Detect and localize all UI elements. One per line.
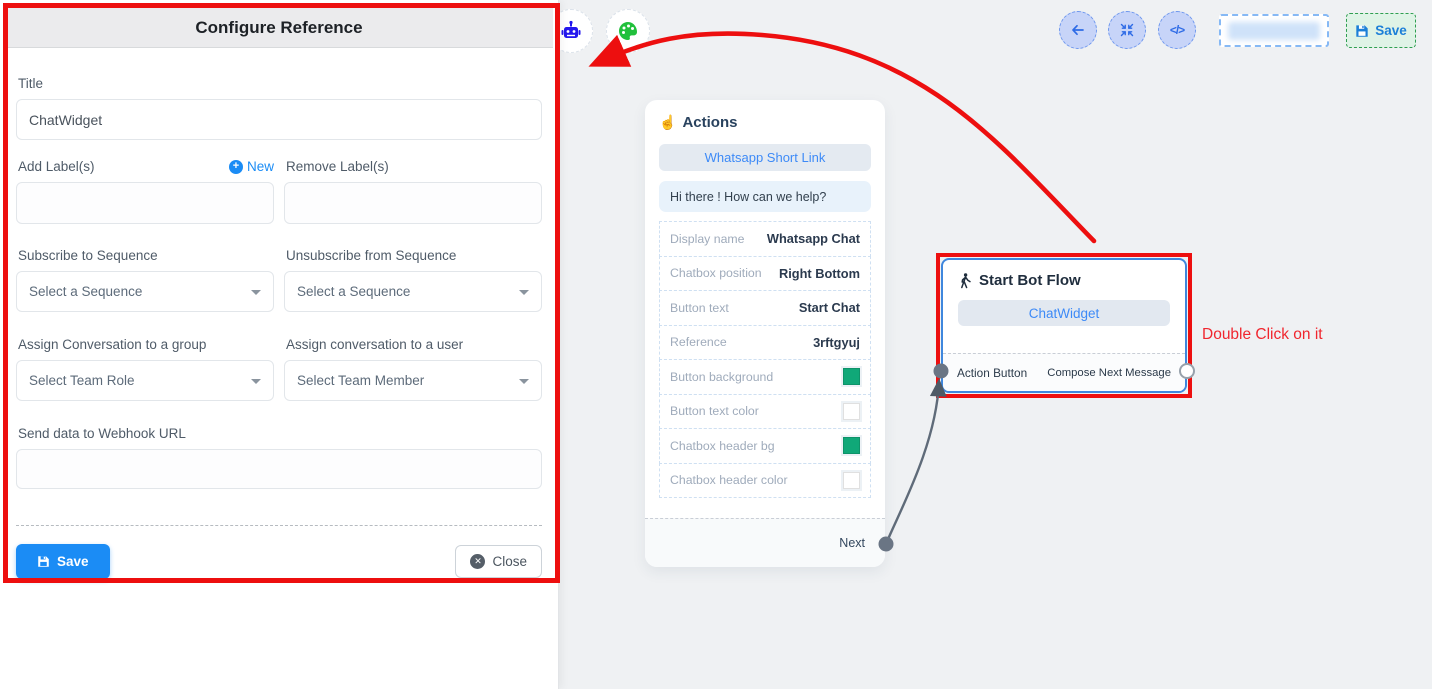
close-button-label: Close	[492, 554, 527, 569]
panel-title: Configure Reference	[5, 8, 553, 48]
new-label-link[interactable]: + New	[229, 159, 274, 174]
config-row-chatbox-header-bg: Chatbox header bg	[659, 428, 871, 464]
color-swatch[interactable]	[843, 472, 860, 489]
config-row-button-text: Button text Start Chat	[659, 290, 871, 326]
webhook-url-input[interactable]	[16, 449, 542, 489]
flow-save-button[interactable]: Save	[1346, 13, 1416, 48]
add-labels-input[interactable]	[16, 182, 274, 224]
config-row-display-name: Display name Whatsapp Chat	[659, 221, 871, 257]
edge-next-to-action-button	[886, 382, 939, 544]
floppy-disk-icon	[1355, 24, 1369, 38]
color-swatch[interactable]	[843, 437, 860, 454]
touch-pointer-icon: ☝	[659, 114, 676, 131]
node-title: Start Bot Flow	[979, 272, 1081, 289]
title-input[interactable]	[16, 99, 542, 140]
robot-icon	[559, 19, 583, 43]
config-row-chatbox-header-color: Chatbox header color	[659, 463, 871, 499]
start-bot-flow-node[interactable]: Start Bot Flow ChatWidget Action Button …	[941, 258, 1187, 393]
compress-icon	[1119, 22, 1135, 38]
chevron-down-icon	[519, 290, 529, 295]
code-view-button[interactable]: </>	[1158, 11, 1196, 49]
floppy-disk-icon	[37, 555, 50, 568]
subscribe-sequence-value: Select a Sequence	[29, 284, 142, 299]
code-icon: </>	[1170, 23, 1184, 37]
redacted-text	[1228, 22, 1320, 40]
subscribe-sequence-select[interactable]: Select a Sequence	[16, 271, 274, 312]
flow-title-input[interactable]	[1219, 14, 1329, 47]
assign-group-value: Select Team Role	[29, 373, 135, 388]
configure-reference-panel: Configure Reference Title Add Label(s) +…	[0, 0, 559, 689]
webhook-url-label: Send data to Webhook URL	[18, 426, 542, 441]
actions-card-title: Actions	[682, 114, 737, 131]
config-row-chatbox-position: Chatbox position Right Bottom	[659, 256, 871, 292]
config-row-reference: Reference 3rftgyuj	[659, 325, 871, 361]
compose-next-message-port-label: Compose Next Message	[1047, 367, 1171, 379]
unsubscribe-sequence-select[interactable]: Select a Sequence	[284, 271, 542, 312]
new-link-text: New	[247, 159, 274, 174]
chevron-down-icon	[519, 379, 529, 384]
save-button[interactable]: Save	[16, 544, 110, 579]
greeting-message[interactable]: Hi there ! How can we help?	[659, 181, 871, 212]
actions-card-footer: Next	[645, 518, 885, 567]
assign-group-label: Assign Conversation to a group	[18, 337, 274, 352]
actions-card-header: ☝ Actions	[659, 114, 871, 131]
remove-labels-label: Remove Label(s)	[286, 159, 389, 174]
remove-labels-input[interactable]	[284, 182, 542, 224]
assign-user-label: Assign conversation to a user	[286, 337, 542, 352]
plus-circle-icon: +	[229, 160, 243, 174]
widget-config-table: Display name Whatsapp Chat Chatbox posit…	[659, 221, 871, 498]
config-row-button-background: Button background	[659, 359, 871, 395]
chevron-down-icon	[251, 379, 261, 384]
chevron-down-icon	[251, 290, 261, 295]
save-button-label: Save	[57, 554, 89, 569]
unsubscribe-sequence-value: Select a Sequence	[297, 284, 410, 299]
arrow-left-icon	[1070, 22, 1086, 38]
title-label: Title	[18, 76, 542, 91]
assign-user-select[interactable]: Select Team Member	[284, 360, 542, 401]
assign-user-value: Select Team Member	[297, 373, 424, 388]
color-swatch[interactable]	[843, 403, 860, 420]
flow-save-label: Save	[1375, 23, 1407, 38]
next-port-label: Next	[839, 536, 865, 550]
close-icon: ✕	[470, 554, 485, 569]
walking-person-icon	[958, 273, 972, 289]
actions-card: ☝ Actions Whatsapp Short Link Hi there !…	[645, 100, 885, 567]
action-button-port-label: Action Button	[957, 366, 1027, 380]
chatwidget-reference-button[interactable]: ChatWidget	[958, 300, 1170, 326]
theme-tool-button[interactable]	[606, 9, 650, 53]
whatsapp-short-link-button[interactable]: Whatsapp Short Link	[659, 144, 871, 171]
color-swatch[interactable]	[843, 368, 860, 385]
fit-view-button[interactable]	[1108, 11, 1146, 49]
footer-divider	[16, 525, 542, 526]
add-labels-label: Add Label(s)	[18, 159, 95, 174]
close-button[interactable]: ✕ Close	[455, 545, 542, 578]
palette-icon	[616, 19, 640, 43]
back-button[interactable]	[1059, 11, 1097, 49]
node-header: Start Bot Flow	[958, 272, 1170, 289]
assign-group-select[interactable]: Select Team Role	[16, 360, 274, 401]
subscribe-sequence-label: Subscribe to Sequence	[18, 248, 274, 263]
config-row-button-text-color: Button text color	[659, 394, 871, 430]
node-footer: Action Button Compose Next Message	[943, 353, 1185, 391]
double-click-annotation: Double Click on it	[1202, 326, 1323, 344]
unsubscribe-sequence-label: Unsubscribe from Sequence	[286, 248, 542, 263]
